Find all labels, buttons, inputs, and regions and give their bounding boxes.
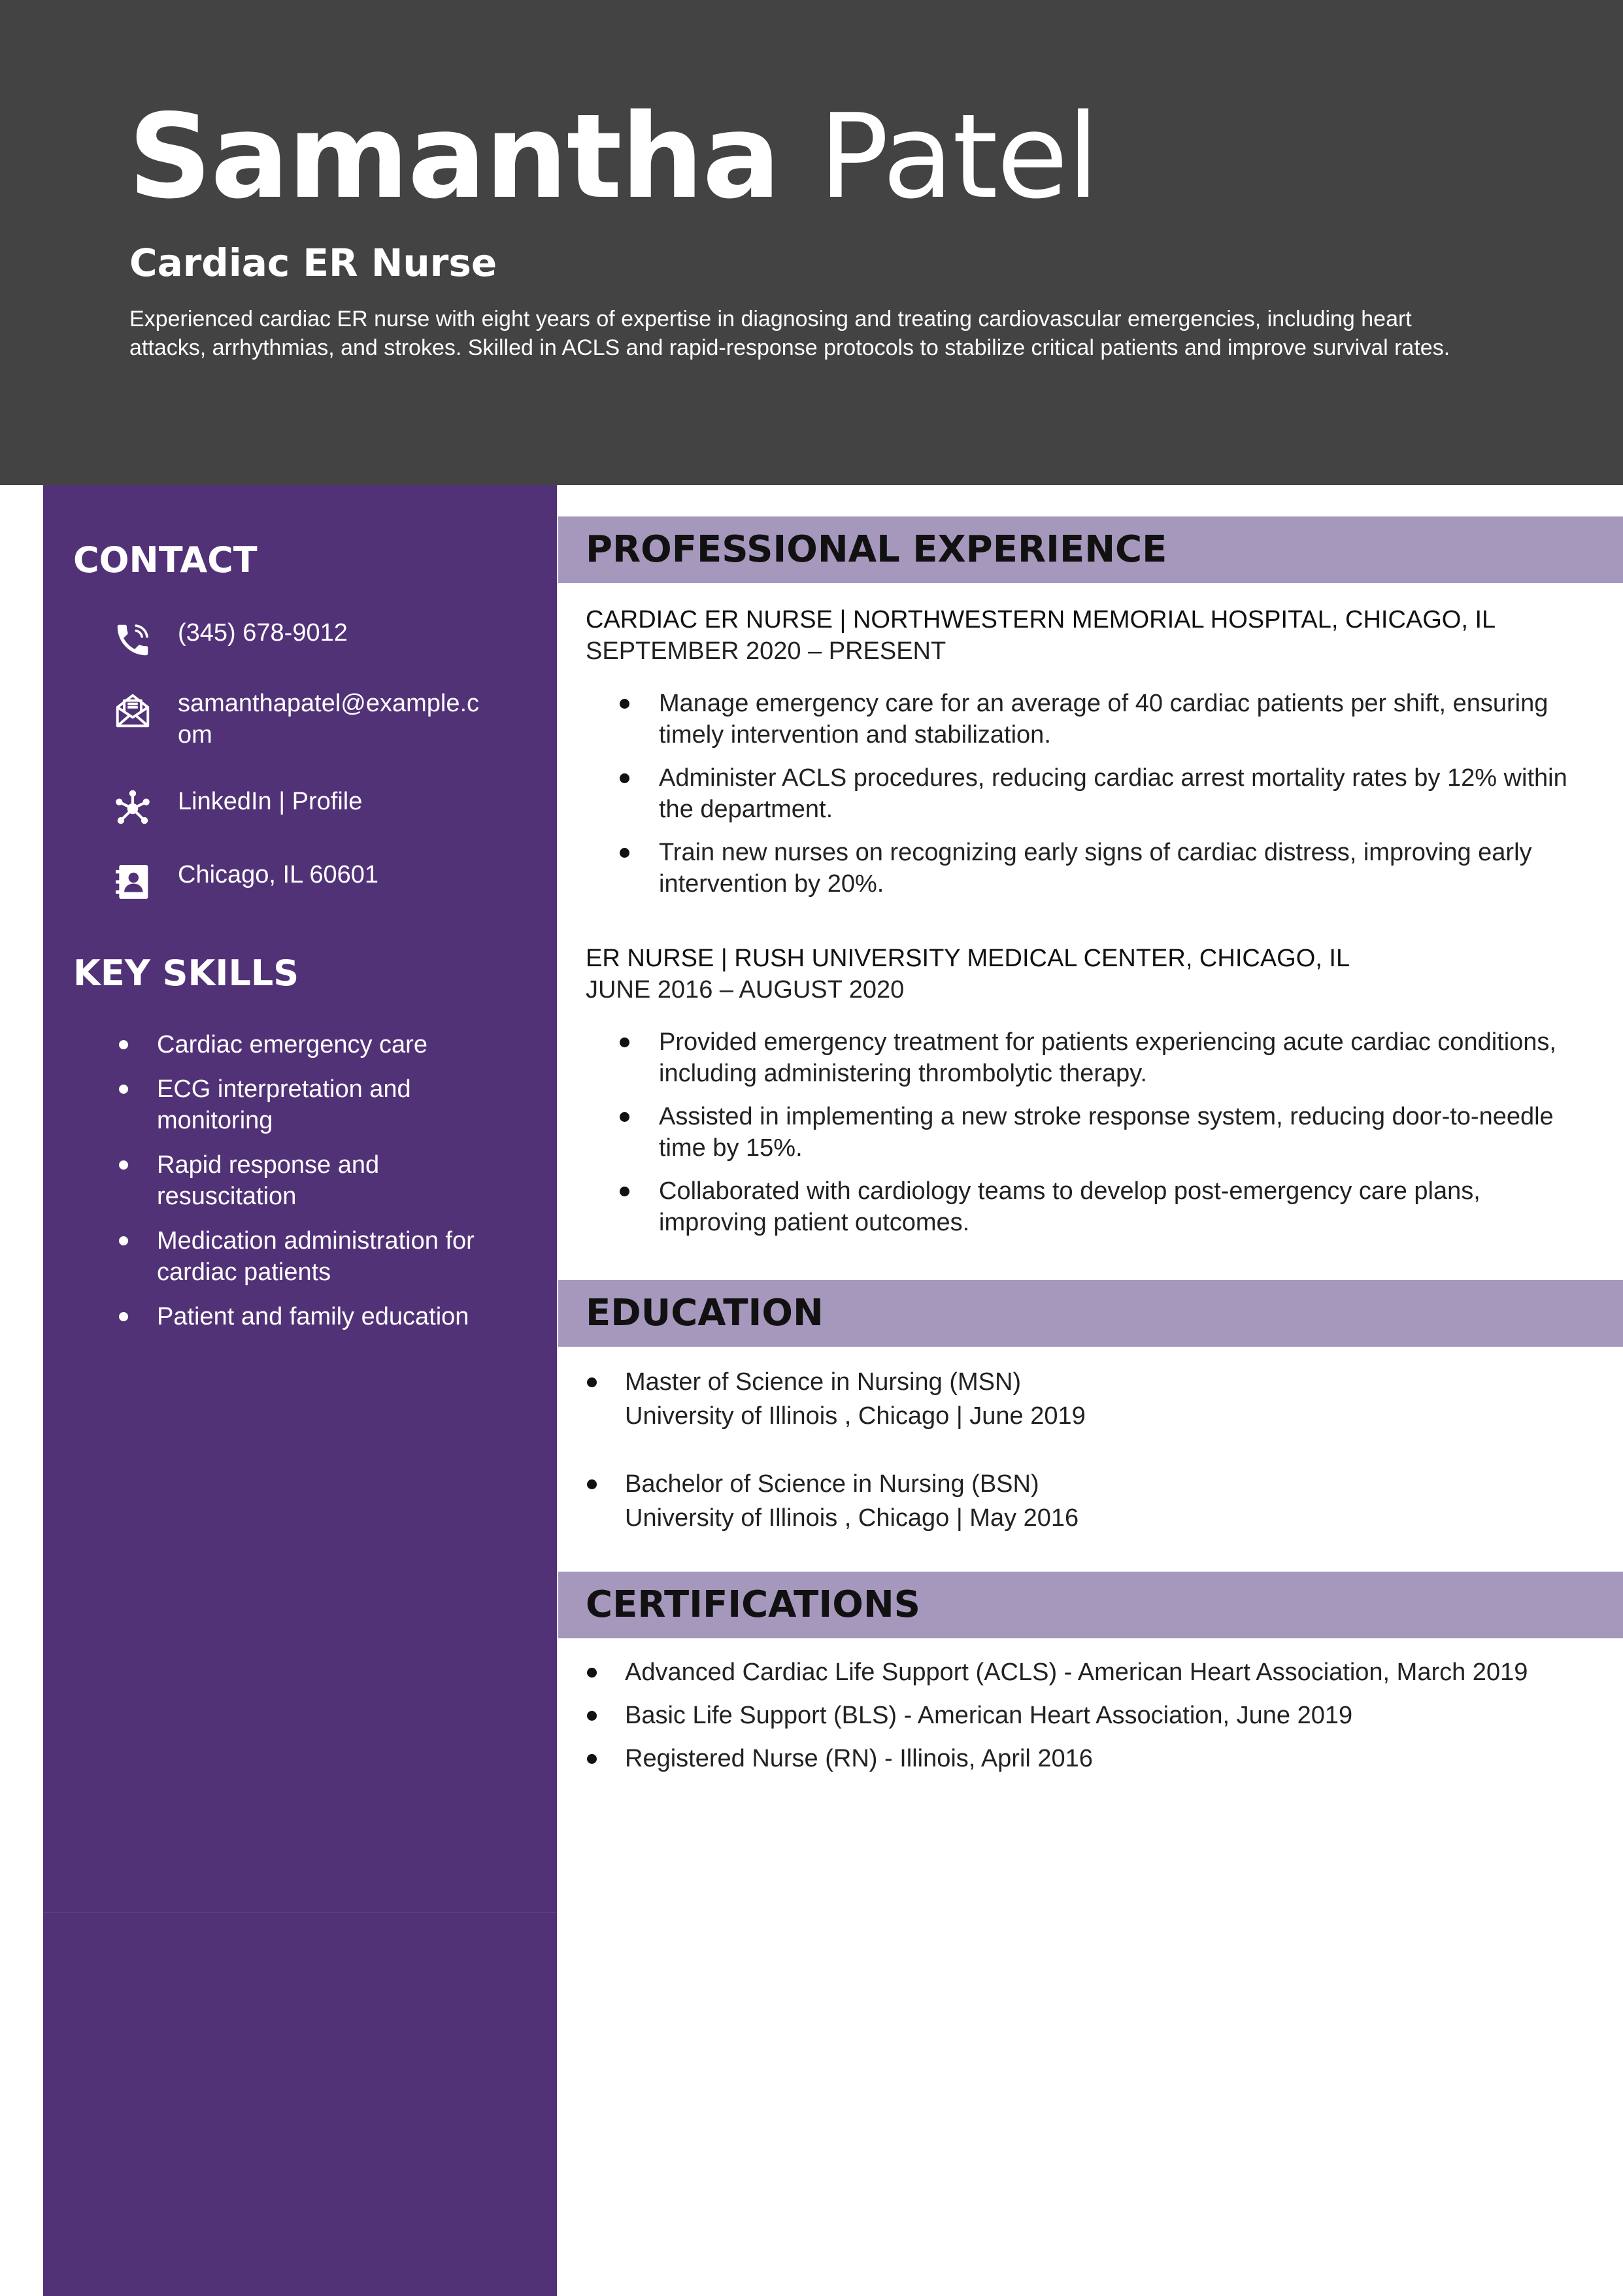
divider <box>43 1912 557 1913</box>
certifications-heading: CERTIFICATIONS <box>586 1583 921 1626</box>
list-item: Medication administration for cardiac pa… <box>43 1225 557 1288</box>
job-heading: ER NURSE | RUSH UNIVERSITY MEDICAL CENTE… <box>586 945 1350 972</box>
job-title: Cardiac ER Nurse <box>129 241 497 285</box>
education-section-bar: EDUCATION <box>558 1280 1623 1347</box>
linkedin-link[interactable]: LinkedIn | Profile <box>178 786 492 817</box>
list-item: Master of Science in Nursing (MSN) Unive… <box>586 1365 1592 1433</box>
phone-icon <box>117 624 148 656</box>
list-item: Advanced Cardiac Life Support (ACLS) - A… <box>586 1657 1579 1688</box>
location: Chicago, IL 60601 <box>178 861 379 888</box>
experience-heading: PROFESSIONAL EXPERIENCE <box>586 528 1167 571</box>
profile-summary: Experienced cardiac ER nurse with eight … <box>129 307 1450 360</box>
list-item: Provided emergency treatment for patient… <box>586 1026 1592 1089</box>
list-item: Train new nurses on recognizing early si… <box>586 837 1592 900</box>
job-bullets: Provided emergency treatment for patient… <box>586 1026 1592 1238</box>
list-item: Assisted in implementing a new stroke re… <box>586 1101 1592 1164</box>
list-item: Cardiac emergency care <box>43 1029 557 1060</box>
phone-number: (345) 678-9012 <box>178 619 348 647</box>
list-item: Manage emergency care for an average of … <box>586 688 1592 751</box>
job-title-text: CARDIAC ER NURSE <box>586 606 833 633</box>
email-address[interactable]: samanthapatel@example.com <box>178 688 492 751</box>
job-bullets: Manage emergency care for an average of … <box>586 688 1592 900</box>
certifications-section-bar: CERTIFICATIONS <box>558 1572 1623 1638</box>
job-dates: SEPTEMBER 2020 – PRESENT <box>586 637 946 665</box>
degree: Master of Science in Nursing (MSN) <box>625 1368 1022 1396</box>
contact-email: samanthapatel@example.com <box>112 688 531 753</box>
list-item: ECG interpretation and monitoring <box>43 1073 557 1136</box>
school: University of Illinois , Chicago | June … <box>625 1402 1086 1430</box>
job-heading: CARDIAC ER NURSE | NORTHWESTERN MEMORIAL… <box>586 606 1496 633</box>
degree: Bachelor of Science in Nursing (BSN) <box>625 1470 1039 1498</box>
resume-header: Samantha Patel Cardiac ER Nurse Experien… <box>0 0 1623 485</box>
list-item: Bachelor of Science in Nursing (BSN) Uni… <box>586 1467 1592 1535</box>
first-name: Samantha <box>128 89 781 224</box>
job-entry: ER NURSE | RUSH UNIVERSITY MEDICAL CENTE… <box>586 943 1592 1250</box>
list-item: Rapid response and resuscitation <box>43 1149 557 1212</box>
list-item: Administer ACLS procedures, reducing car… <box>586 762 1592 825</box>
skills-list: Cardiac emergency care ECG interpretatio… <box>43 1029 557 1345</box>
school: University of Illinois , Chicago | May 2… <box>625 1504 1079 1532</box>
last-name: Patel <box>818 89 1099 224</box>
sidebar: CONTACT (345) 678-9012 samanthapatel@exa… <box>43 485 557 2296</box>
envelope-icon <box>116 694 150 728</box>
job-dates: JUNE 2016 – AUGUST 2020 <box>586 976 905 1004</box>
contact-card-icon <box>116 865 148 899</box>
contact-location: Chicago, IL 60601 <box>112 859 531 924</box>
education-list: Master of Science in Nursing (MSN) Unive… <box>586 1365 1592 1569</box>
contact-linkedin: LinkedIn | Profile <box>112 786 531 851</box>
experience-section-bar: PROFESSIONAL EXPERIENCE <box>558 516 1623 583</box>
education-heading: EDUCATION <box>586 1292 824 1334</box>
list-item: Collaborated with cardiology teams to de… <box>586 1175 1592 1238</box>
key-skills-heading: KEY SKILLS <box>73 953 299 994</box>
contact-phone: (345) 678-9012 <box>112 617 531 683</box>
job-entry: CARDIAC ER NURSE | NORTHWESTERN MEMORIAL… <box>586 604 1592 911</box>
job-title-text: ER NURSE <box>586 945 714 972</box>
candidate-name: Samantha Patel <box>128 85 1099 229</box>
list-item: Patient and family education <box>43 1301 557 1332</box>
list-item: Registered Nurse (RN) - Illinois, April … <box>586 1743 1579 1774</box>
employer: NORTHWESTERN MEMORIAL HOSPITAL, CHICAGO,… <box>852 606 1496 633</box>
list-item: Basic Life Support (BLS) - American Hear… <box>586 1700 1579 1731</box>
certifications-list: Advanced Cardiac Life Support (ACLS) - A… <box>586 1657 1579 1786</box>
network-icon <box>116 790 150 824</box>
employer: RUSH UNIVERSITY MEDICAL CENTER, CHICAGO,… <box>734 945 1350 972</box>
contact-heading: CONTACT <box>73 539 258 581</box>
